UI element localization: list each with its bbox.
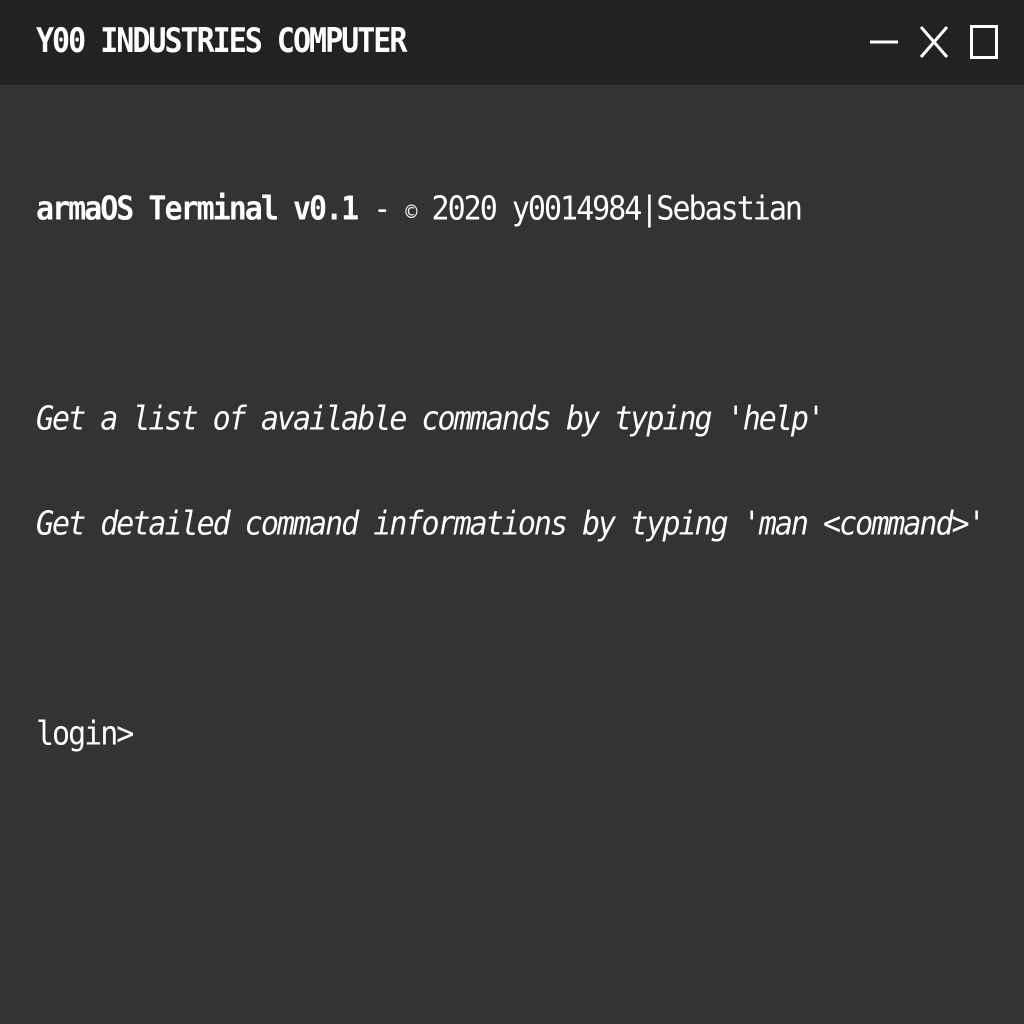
minimize-icon[interactable] [864, 22, 904, 62]
terminal-window: Y00 INDUSTRIES COMPUTER armaOS Terminal … [0, 0, 1024, 1024]
header-separator: - [357, 190, 406, 229]
login-prompt-row: login> [36, 715, 994, 754]
copyright-text: 2020 y0014984|Sebastian [415, 190, 803, 229]
man-hint: Get detailed command informations by typ… [36, 505, 986, 544]
login-input[interactable] [132, 715, 837, 754]
copyright-symbol: © [405, 198, 417, 226]
title-bar: Y00 INDUSTRIES COMPUTER [0, 0, 1024, 85]
help-hint: Get a list of available commands by typi… [36, 400, 825, 439]
product-name: armaOS Terminal v0.1 [36, 190, 359, 229]
window-title: Y00 INDUSTRIES COMPUTER [36, 22, 407, 62]
login-prompt: login> [36, 715, 134, 754]
terminal-header-line: armaOS Terminal v0.1 - © 2020 y0014984|S… [36, 190, 994, 229]
maximize-icon[interactable] [964, 22, 1004, 62]
close-icon[interactable] [914, 22, 954, 62]
terminal-output: armaOS Terminal v0.1 - © 2020 y0014984|S… [36, 120, 994, 820]
window-controls [854, 22, 1004, 62]
